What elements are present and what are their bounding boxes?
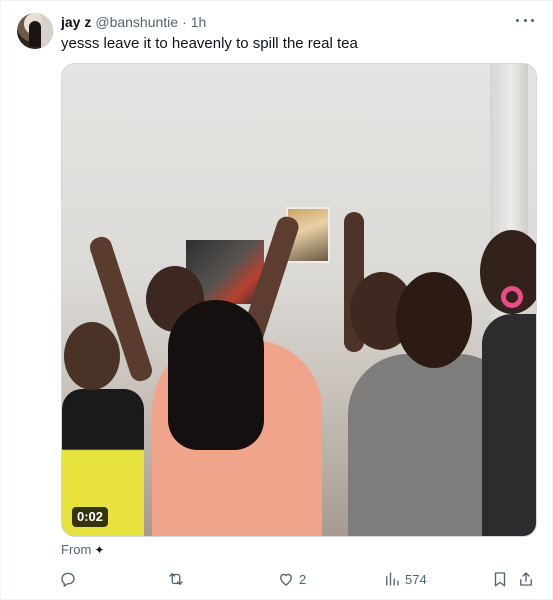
video-frame-hair [168,300,264,450]
bookmark-button[interactable] [491,567,509,591]
share-button[interactable] [517,567,535,591]
more-dot [523,18,527,22]
from-text: From [61,542,92,557]
more-dot [531,18,534,22]
retweet-button[interactable] [167,567,189,591]
heart-icon [280,573,292,586]
views-count: 574 [405,571,427,587]
display-name[interactable]: jay z [61,14,91,30]
tweet-actions: 2 574 [59,567,535,591]
more-horizontal-icon[interactable] [516,15,534,25]
timestamp[interactable]: 1h [191,14,207,30]
like-count: 2 [299,571,307,587]
avatar[interactable] [17,13,53,49]
video-frame-head [64,322,120,390]
video-duration-badge: 0:02 [72,507,109,527]
video-frame-person [482,314,536,536]
tweet-text: yesss leave it to heavenly to spill the … [61,35,358,52]
video-frame-earring [501,286,523,308]
views-button[interactable]: 574 [383,567,427,591]
tweet-header: jay z @banshuntie · 1h [61,13,206,31]
share-icon [520,572,532,586]
views-icon [386,572,399,586]
separator-dot: · [182,14,187,30]
video-frame-head [396,272,472,368]
reply-button[interactable] [59,567,81,591]
reply-icon [61,572,75,587]
bookmark-icon [494,572,506,587]
retweet-icon [169,573,183,585]
sparkle-icon: ✦ [94,542,105,557]
from-label[interactable]: From ✦ [61,542,104,557]
avatar-figure [29,21,41,47]
avatar-background [41,13,53,49]
video-player[interactable]: 0:02 [61,63,537,537]
user-handle[interactable]: @banshuntie [95,14,178,30]
tweet[interactable]: jay z @banshuntie · 1h yesss leave it to… [0,0,553,600]
like-button[interactable]: 2 [277,567,306,591]
more-dot [516,18,519,22]
